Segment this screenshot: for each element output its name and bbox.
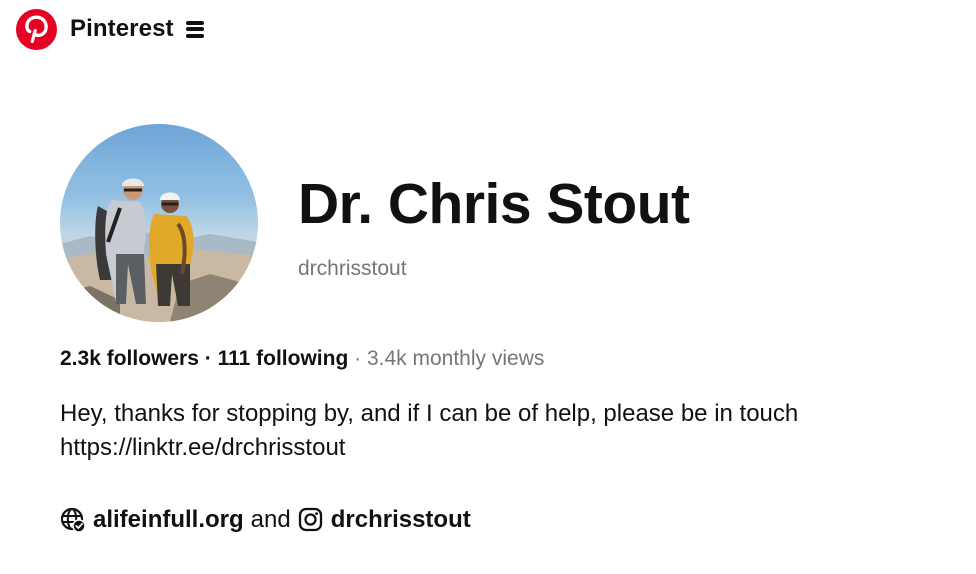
- links-connector: and: [250, 506, 291, 533]
- bio-line: Hey, thanks for stopping by, and if I ca…: [60, 400, 799, 427]
- profile-bio: Hey, thanks for stopping by, and if I ca…: [60, 397, 920, 465]
- instagram-icon: [298, 507, 324, 533]
- instagram-link[interactable]: drchrisstout: [331, 506, 471, 534]
- brand-name[interactable]: Pinterest: [70, 15, 174, 43]
- followers-count[interactable]: 2.3k followers: [60, 347, 199, 370]
- pinterest-logo-icon[interactable]: [16, 8, 57, 50]
- profile-username: drchrisstout: [298, 257, 407, 280]
- top-bar: Pinterest: [16, 8, 204, 50]
- following-count[interactable]: 111 following: [218, 347, 349, 370]
- profile-stats: 2.3k followers · 111 following · 3.4k mo…: [60, 347, 544, 371]
- profile-avatar: [60, 124, 258, 322]
- profile-name: Dr. Chris Stout: [298, 172, 690, 236]
- verified-globe-icon: [60, 507, 86, 533]
- bio-link: https://linktr.ee/drchrisstout: [60, 434, 346, 461]
- website-link[interactable]: alifeinfull.org: [93, 506, 244, 534]
- stats-separator: ·: [204, 347, 212, 370]
- profile-links: alifeinfull.org and drchrisstout: [60, 506, 471, 534]
- menu-icon[interactable]: [185, 20, 204, 38]
- monthly-views: 3.4k monthly views: [366, 347, 545, 370]
- stats-separator: ·: [354, 347, 362, 370]
